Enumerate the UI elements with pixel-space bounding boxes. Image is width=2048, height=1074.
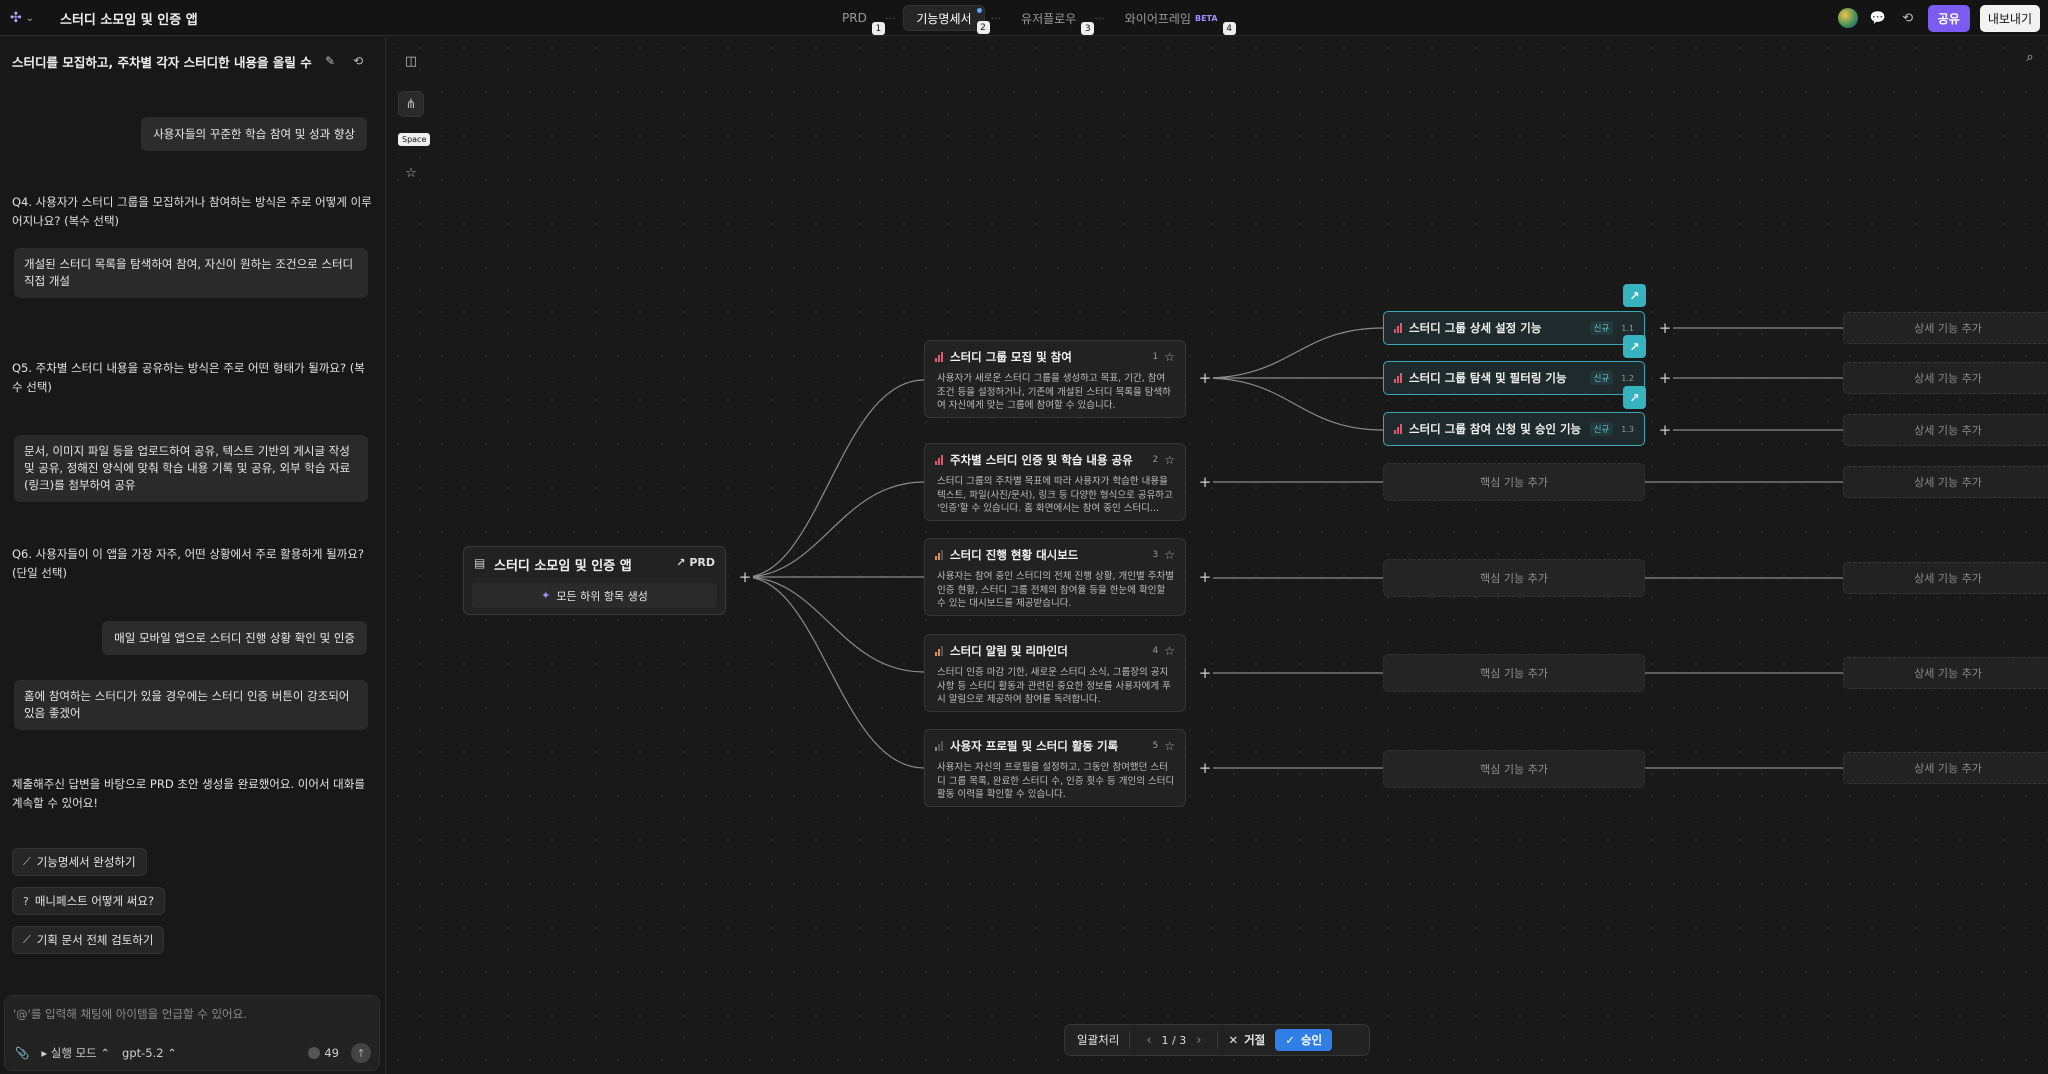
reject-button[interactable]: ✕ 거절 (1228, 1032, 1265, 1048)
feature-number: 4 (1152, 646, 1159, 656)
mindmap-edges (744, 327, 1843, 769)
add-child-plus-icon[interactable]: + (1197, 759, 1213, 777)
feature-description: 사용자는 참여 중인 스터디의 전체 진행 상황, 개인별 주차별 인증 현황,… (937, 571, 1174, 609)
add-child-plus-icon[interactable]: + (1197, 369, 1213, 387)
add-detail-feature-button[interactable]: 상세 기능 추가 (1843, 414, 2048, 446)
new-badge: 신규 (1589, 371, 1614, 385)
prev-arrow-icon[interactable]: ‹ (1140, 1033, 1157, 1048)
priority-high-icon (1394, 373, 1402, 383)
open-node-icon[interactable]: ↗ (1623, 386, 1646, 409)
document-icon: ▤ (474, 556, 486, 570)
feature-title: 스터디 알림 및 리마인더 (950, 644, 1068, 658)
edge (744, 576, 925, 769)
core-feature-title: 스터디 그룹 탐색 및 필터링 기능 (1409, 371, 1567, 385)
star-icon[interactable]: ☆ (1164, 548, 1175, 562)
core-feature-node[interactable]: 스터디 그룹 탐색 및 필터링 기능 신규 1.2 (1383, 361, 1645, 395)
divider (1129, 1031, 1131, 1049)
feature-node[interactable]: 스터디 알림 및 리마인더 4 ☆ 스터디 인증 마감 기한, 새로운 스터디 소식… (924, 634, 1186, 712)
sparkle-icon: ✦ (541, 589, 551, 602)
priority-low-icon (935, 741, 943, 751)
core-feature-title: 스터디 그룹 상세 설정 기능 (1409, 321, 1542, 335)
close-icon: ✕ (1228, 1033, 1239, 1047)
add-child-plus-icon[interactable]: + (1197, 664, 1213, 682)
add-detail-feature-button[interactable]: 상세 기능 추가 (1843, 362, 2048, 394)
generate-label: 모든 하위 항목 생성 (556, 589, 648, 603)
reject-label: 거절 (1244, 1033, 1266, 1047)
star-icon[interactable]: ☆ (1164, 739, 1175, 753)
root-node[interactable]: ▤ 스터디 소모임 및 인증 앱 ↗ PRD ✦ 모든 하위 항목 생성 (463, 546, 726, 615)
add-child-plus-icon[interactable]: + (1197, 568, 1213, 586)
priority-high-icon (935, 455, 943, 465)
feature-number: 5 (1152, 741, 1159, 751)
priority-mid-icon (935, 550, 943, 560)
feature-description: 사용자는 자신의 프로필을 설정하고, 그동안 참여했던 스터디 그룹 목록, … (937, 762, 1175, 800)
feature-number: 2 (1152, 455, 1159, 465)
check-icon: ✓ (1285, 1033, 1295, 1047)
feature-node[interactable]: 주차별 스터디 인증 및 학습 내용 공유 2 ☆ 스터디 그룹의 주차별 목표에 … (924, 443, 1186, 521)
add-child-plus-icon[interactable]: + (1197, 473, 1213, 491)
priority-high-icon (935, 352, 943, 362)
feature-description: 사용자가 새로운 스터디 그룹을 생성하고 목표, 기간, 참여 조건 등을 설… (937, 373, 1171, 411)
feature-title: 스터디 그룹 모집 및 참여 (950, 350, 1072, 364)
feature-number: 3 (1152, 550, 1159, 560)
core-feature-number: 1.1 (1621, 323, 1634, 333)
add-child-plus-icon[interactable]: + (1657, 421, 1673, 439)
new-badge: 신규 (1589, 422, 1614, 436)
star-icon[interactable]: ☆ (1164, 453, 1175, 467)
page-indicator: 1 / 3 (1161, 1033, 1187, 1047)
review-bar: 일괄처리 ‹ 1 / 3 › ✕ 거절 ✓ 승인 (1064, 1024, 1370, 1056)
prd-link-label: PRD (689, 556, 715, 569)
add-core-feature-button[interactable]: 핵심 기능 추가 (1383, 654, 1645, 692)
core-feature-node[interactable]: 스터디 그룹 참여 신청 및 승인 기능 신규 1.3 (1383, 412, 1645, 446)
core-feature-title: 스터디 그룹 참여 신청 및 승인 기능 (1409, 422, 1582, 436)
core-feature-number: 1.3 (1621, 424, 1634, 434)
add-detail-feature-button[interactable]: 상세 기능 추가 (1843, 657, 2048, 689)
edge (744, 576, 925, 673)
add-detail-feature-button[interactable]: 상세 기능 추가 (1843, 752, 2048, 784)
prd-link[interactable]: ↗ PRD (676, 556, 715, 569)
open-node-icon[interactable]: ↗ (1623, 335, 1646, 358)
edge (1204, 327, 1384, 379)
feature-number: 1 (1152, 352, 1159, 362)
priority-high-icon (1394, 323, 1402, 333)
approve-button[interactable]: ✓ 승인 (1275, 1029, 1333, 1051)
feature-description: 스터디 그룹의 주차별 목표에 따라 사용자가 학습한 내용을 텍스트, 파일(… (937, 476, 1173, 514)
core-feature-number: 1.2 (1621, 373, 1634, 383)
add-core-feature-button[interactable]: 핵심 기능 추가 (1383, 750, 1645, 788)
add-detail-feature-button[interactable]: 상세 기능 추가 (1843, 466, 2048, 498)
divider (1217, 1031, 1219, 1049)
feature-title: 사용자 프로필 및 스터디 활동 기록 (950, 739, 1119, 753)
add-core-feature-button[interactable]: 핵심 기능 추가 (1383, 559, 1645, 597)
new-badge: 신규 (1589, 321, 1614, 335)
feature-node[interactable]: 스터디 그룹 모집 및 참여 1 ☆ 사용자가 새로운 스터디 그룹을 생성하고 목… (924, 340, 1186, 418)
feature-node[interactable]: 사용자 프로필 및 스터디 활동 기록 5 ☆ 사용자는 자신의 프로필을 설정하고… (924, 729, 1186, 807)
core-feature-node[interactable]: 스터디 그룹 상세 설정 기능 신규 1.1 (1383, 311, 1645, 345)
star-icon[interactable]: ☆ (1164, 644, 1175, 658)
generate-all-button[interactable]: ✦ 모든 하위 항목 생성 (472, 583, 717, 608)
add-detail-feature-button[interactable]: 상세 기능 추가 (1843, 562, 2048, 594)
root-title: 스터디 소모임 및 인증 앱 (494, 559, 632, 574)
add-core-feature-button[interactable]: 핵심 기능 추가 (1383, 463, 1645, 501)
next-arrow-icon[interactable]: › (1190, 1033, 1207, 1048)
open-node-icon[interactable]: ↗ (1623, 284, 1646, 307)
priority-high-icon (1394, 424, 1402, 434)
feature-title: 스터디 진행 현황 대시보드 (950, 548, 1079, 562)
edge (744, 379, 925, 578)
add-child-plus-icon[interactable]: + (1657, 319, 1673, 337)
add-child-plus-icon[interactable]: + (1657, 369, 1673, 387)
add-detail-feature-button[interactable]: 상세 기능 추가 (1843, 312, 2048, 344)
edge (744, 481, 925, 578)
edge (1204, 377, 1384, 431)
star-icon[interactable]: ☆ (1164, 350, 1175, 364)
add-child-plus-icon[interactable]: + (737, 568, 753, 586)
feature-node[interactable]: 스터디 진행 현황 대시보드 3 ☆ 사용자는 참여 중인 스터디의 전체 진행 상… (924, 538, 1186, 616)
feature-title: 주차별 스터디 인증 및 학습 내용 공유 (950, 453, 1133, 467)
approve-label: 승인 (1300, 1033, 1323, 1047)
batch-process-button[interactable]: 일괄처리 (1077, 1032, 1119, 1048)
feature-description: 스터디 인증 마감 기한, 새로운 스터디 소식, 그룹장의 공지사항 등 스터… (937, 667, 1171, 705)
priority-mid-icon (935, 646, 943, 656)
